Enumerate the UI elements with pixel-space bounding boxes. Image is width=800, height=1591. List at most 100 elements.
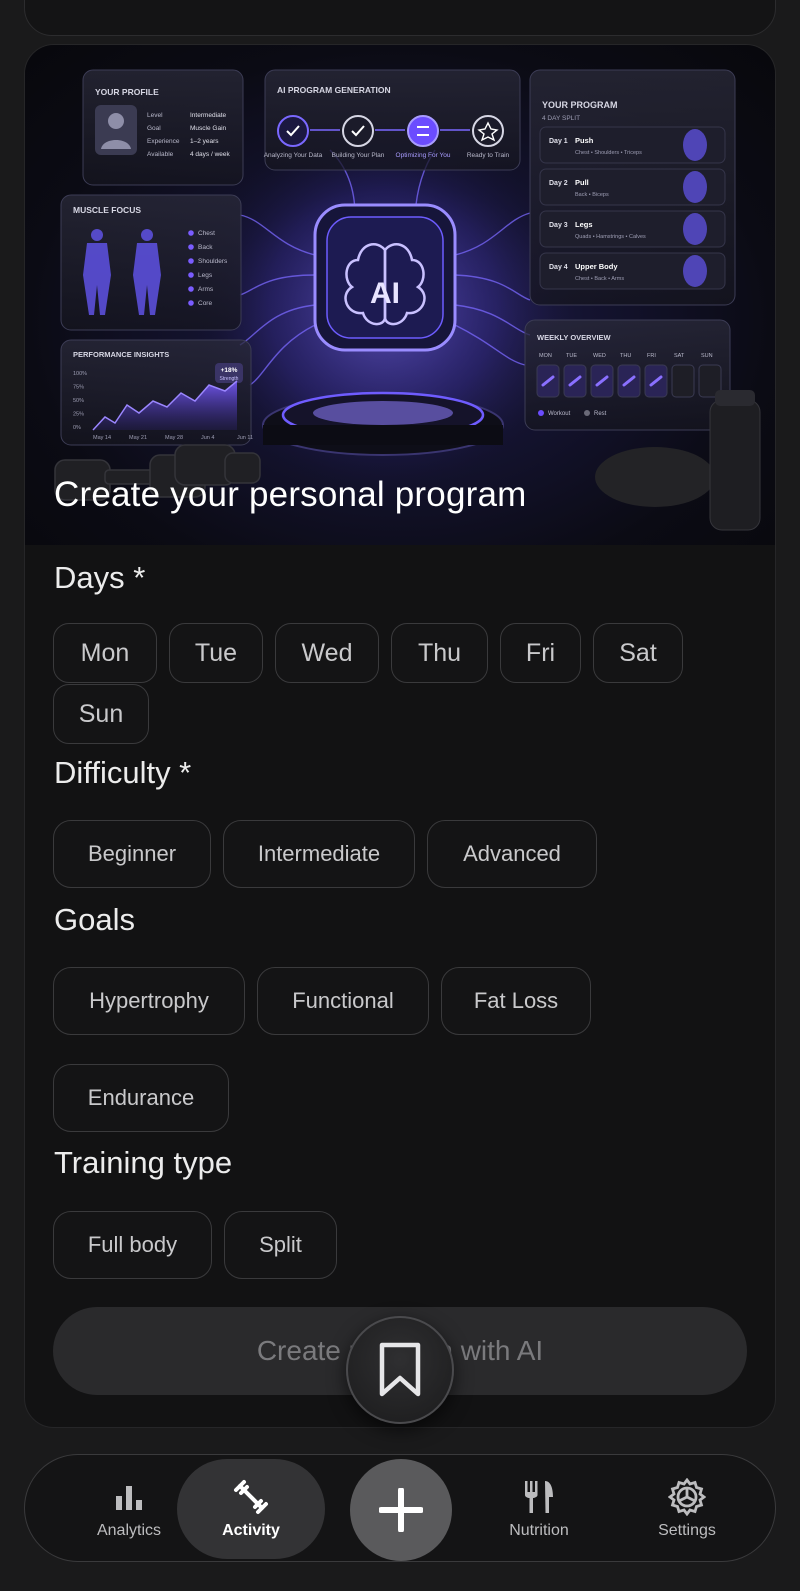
day-chip-mon[interactable]: Mon	[53, 623, 157, 683]
muscle-item-dot	[188, 244, 194, 250]
day-chip-fri[interactable]: Fri	[500, 623, 581, 683]
bottom-tab-bar: Analytics Activity Nutrition Settings	[24, 1454, 776, 1562]
muscle-item-dot	[188, 258, 194, 264]
tab-settings[interactable]: Settings	[613, 1455, 761, 1563]
goal-chip-fat-loss[interactable]: Fat Loss	[441, 967, 591, 1035]
difficulty-chip-intermediate[interactable]: Intermediate	[223, 820, 415, 888]
dumbbell-icon	[232, 1478, 270, 1516]
muscle-item-label: Arms	[198, 286, 214, 293]
profile-row-key: Experience	[147, 138, 180, 145]
weekly-heading: WEEKLY OVERVIEW	[537, 333, 612, 342]
bookmark-button[interactable]	[346, 1316, 454, 1424]
muscle-item-dot	[188, 272, 194, 278]
hero-banner: AI YOUR PROFILE Level Intermediate Goal Mus…	[25, 45, 775, 545]
difficulty-chip-beginner[interactable]: Beginner	[53, 820, 211, 888]
tab-analytics-label: Analytics	[96, 1522, 162, 1539]
performance-y-tick: 25%	[73, 412, 84, 418]
weekly-day-label: FRI	[647, 353, 656, 359]
goal-chip-hypertrophy[interactable]: Hypertrophy	[53, 967, 245, 1035]
performance-x-tick: Jun 11	[237, 435, 253, 441]
goals-title: Goals	[54, 902, 135, 937]
program-day-name: Pull	[575, 178, 589, 187]
program-builder-card: AI YOUR PROFILE Level Intermediate Goal Mus…	[24, 44, 776, 1428]
program-day-figure	[683, 213, 707, 245]
program-day-name: Upper Body	[575, 262, 618, 271]
weekly-day-label: SUN	[701, 353, 713, 359]
tab-activity[interactable]: Activity	[177, 1459, 325, 1559]
day-chip-tue[interactable]: Tue	[169, 623, 263, 683]
difficulty-chip-advanced[interactable]: Advanced	[427, 820, 597, 888]
program-day-detail: Chest • Back • Arms	[575, 276, 624, 282]
previous-card	[24, 0, 776, 36]
performance-y-tick: 75%	[73, 385, 84, 391]
program-day-detail: Quads • Hamstrings • Calves	[575, 234, 646, 240]
program-day-number: Day 1	[549, 138, 568, 145]
weekly-day-label: WED	[593, 353, 606, 359]
day-chip-sat[interactable]: Sat	[593, 623, 683, 683]
weekly-rest-cell	[671, 364, 695, 398]
performance-x-tick: May 14	[93, 435, 111, 441]
difficulty-title: Difficulty *	[54, 755, 192, 790]
generation-step-label: Building Your Plan	[332, 152, 385, 159]
hero-illustration: AI YOUR PROFILE Level Intermediate Goal Mus…	[54, 69, 761, 531]
program-day-name: Push	[575, 136, 594, 145]
performance-badge: +18%	[221, 367, 238, 374]
days-title: Days *	[54, 560, 146, 595]
muscle-item-label: Chest	[198, 230, 215, 237]
muscle-item-label: Shoulders	[198, 258, 228, 265]
weekly-day-label: SAT	[674, 353, 685, 359]
tab-nutrition[interactable]: Nutrition	[465, 1455, 613, 1563]
add-button[interactable]	[350, 1459, 452, 1561]
performance-y-tick: 0%	[73, 425, 81, 431]
goal-chip-endurance[interactable]: Endurance	[53, 1064, 229, 1132]
muscle-item-dot	[188, 300, 194, 306]
program-day-number: Day 2	[549, 180, 568, 187]
generation-heading: AI PROGRAM GENERATION	[277, 85, 391, 95]
profile-row-value: Intermediate	[190, 112, 227, 119]
weekly-day-label: MON	[539, 353, 552, 359]
program-day-detail: Back • Biceps	[575, 192, 609, 198]
day-chip-thu[interactable]: Thu	[391, 623, 488, 683]
weekly-legend-workout: Workout	[548, 411, 571, 417]
tab-settings-label: Settings	[658, 1522, 716, 1539]
fork-knife-icon	[523, 1478, 555, 1516]
bookmark-icon	[379, 1342, 421, 1397]
training-chip-split[interactable]: Split	[224, 1211, 337, 1279]
muscle-item-label: Core	[198, 300, 212, 307]
performance-x-tick: Jun 4	[201, 435, 214, 441]
weekly-day-label: THU	[620, 353, 631, 359]
bar-chart-icon	[114, 1478, 144, 1516]
muscle-panel: MUSCLE FOCUS Chest Back Shoulders Legs Arms C…	[60, 194, 242, 331]
performance-x-tick: May 28	[165, 435, 183, 441]
profile-row-value: 1–2 years	[190, 138, 219, 145]
profile-row-value: Muscle Gain	[190, 125, 227, 132]
program-day-name: Legs	[575, 220, 593, 229]
tab-activity-label: Activity	[222, 1522, 280, 1539]
gear-icon	[668, 1478, 706, 1516]
weekly-panel: WEEKLY OVERVIEW MON TUE WED THU FRI SAT SUN Wo…	[524, 319, 731, 431]
muscle-heading: MUSCLE FOCUS	[73, 205, 141, 215]
profile-row-value: 4 days / week	[190, 151, 230, 158]
day-chip-sun[interactable]: Sun	[53, 684, 149, 744]
performance-heading: PERFORMANCE INSIGHTS	[73, 350, 169, 359]
program-day-number: Day 4	[549, 264, 568, 271]
profile-row-key: Level	[147, 112, 163, 119]
program-day-figure	[683, 255, 707, 287]
program-day-number: Day 3	[549, 222, 568, 229]
performance-x-tick: May 21	[129, 435, 147, 441]
program-day-detail: Chest • Shoulders • Triceps	[575, 150, 642, 156]
training-chip-full-body[interactable]: Full body	[53, 1211, 212, 1279]
day-chip-wed[interactable]: Wed	[275, 623, 379, 683]
profile-heading: YOUR PROFILE	[95, 87, 159, 97]
hero-title: Create your personal program	[54, 475, 527, 514]
goal-chip-functional[interactable]: Functional	[257, 967, 429, 1035]
weekly-day-label: TUE	[566, 353, 577, 359]
program-panel: YOUR PROGRAM 4 DAY SPLIT Day 1 Push Chest …	[529, 69, 736, 306]
brain-ai-label: AI	[370, 277, 400, 310]
muscle-item-dot	[188, 286, 194, 292]
performance-y-tick: 100%	[73, 371, 87, 377]
profile-panel: YOUR PROFILE Level Intermediate Goal Muscle…	[82, 69, 244, 186]
generation-panel: AI PROGRAM GENERATION Analyzing Your Dat…	[264, 69, 521, 171]
program-day-figure	[683, 129, 707, 161]
generation-step-label: Optimizing For You	[396, 152, 451, 159]
